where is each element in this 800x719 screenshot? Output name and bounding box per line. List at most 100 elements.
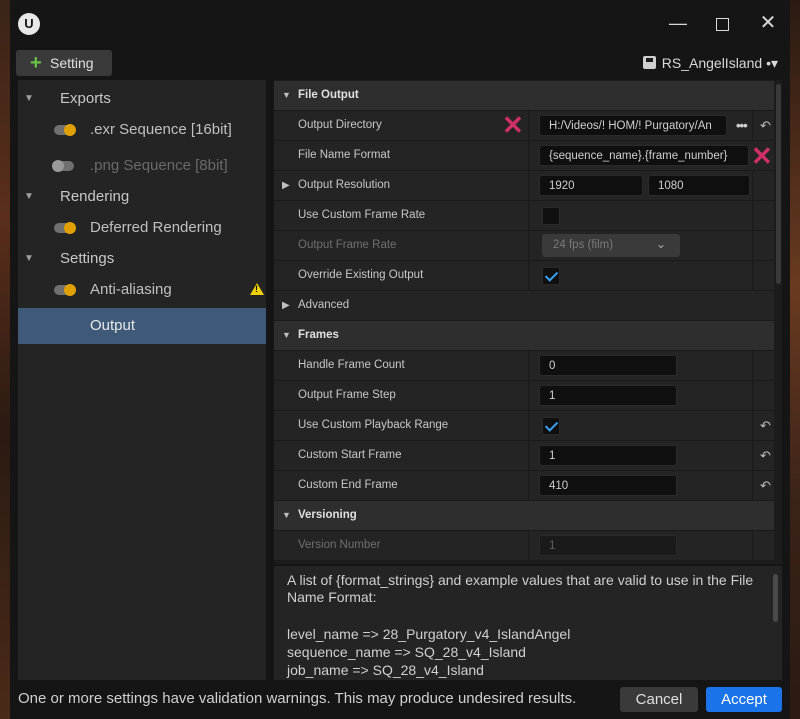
property-label: Output Frame Step	[298, 389, 396, 401]
browse-button[interactable]: •••	[736, 111, 748, 140]
custom-start-frame-field[interactable]: 1	[539, 445, 677, 466]
description-intro: A list of {format_strings} and example v…	[287, 572, 754, 605]
property-label: Handle Frame Count	[298, 359, 405, 371]
collapse-arrow-icon: ▼	[282, 90, 291, 100]
output-frame-step-field[interactable]: 1	[539, 385, 677, 406]
reset-to-default-icon[interactable]: ↶	[760, 441, 771, 470]
custom-end-frame-field[interactable]: 410	[539, 475, 677, 496]
add-setting-button[interactable]: + Setting	[16, 50, 112, 76]
property-label: Output Directory	[298, 119, 382, 131]
property-label: Version Number	[298, 539, 381, 551]
cancel-button[interactable]: Cancel	[620, 687, 698, 712]
collapse-arrow-icon: ▼	[24, 191, 34, 202]
property-description-panel: A list of {format_strings} and example v…	[274, 566, 782, 680]
version-number-field[interactable]: 1	[539, 535, 677, 556]
property-label: Use Custom Playback Range	[298, 419, 449, 431]
row-output-frame-rate: Output Frame Rate 24 fps (film) ⌄	[274, 231, 774, 261]
unreal-logo-icon: U	[18, 13, 40, 35]
section-title: Versioning	[298, 509, 357, 521]
row-handle-frame-count: Handle Frame Count 0	[274, 351, 774, 381]
description-scrollbar[interactable]	[773, 574, 778, 622]
reset-to-default-icon[interactable]: ↶	[760, 411, 771, 440]
setting-item-label: .png Sequence [8bit]	[90, 157, 228, 174]
property-label: Custom Start Frame	[298, 449, 402, 461]
save-icon	[642, 56, 656, 69]
dropdown-value: 24 fps (film)	[553, 239, 614, 251]
enable-toggle[interactable]	[54, 124, 76, 136]
section-versioning[interactable]: ▼ Versioning	[274, 501, 774, 531]
resolution-x-field[interactable]: 1920	[539, 175, 643, 196]
category-rendering[interactable]: ▼ Rendering	[18, 181, 266, 213]
setting-item-label: .exr Sequence [16bit]	[90, 121, 232, 138]
toolbar: + Setting RS_AngelIsland •▾	[10, 44, 790, 80]
reset-to-default-icon[interactable]: ↶	[760, 111, 771, 140]
expand-arrow-icon: ▶	[282, 300, 290, 311]
section-title: Frames	[298, 329, 339, 341]
enable-toggle[interactable]	[52, 160, 74, 172]
property-label: Advanced	[298, 299, 350, 311]
collapse-arrow-icon: ▼	[24, 253, 34, 264]
section-frames[interactable]: ▼ Frames	[274, 321, 774, 351]
handle-frame-count-field[interactable]: 0	[539, 355, 677, 376]
preset-name: RS_AngelIsland	[661, 55, 763, 71]
setting-item-exr-sequence[interactable]: .exr Sequence [16bit]	[18, 114, 266, 146]
minimize-button[interactable]: —	[664, 10, 692, 36]
setting-item-label: Anti-aliasing	[90, 281, 172, 298]
property-label: File Name Format	[298, 149, 391, 161]
output-frame-rate-dropdown[interactable]: 24 fps (film) ⌄	[542, 234, 680, 257]
use-custom-frame-rate-checkbox[interactable]	[542, 207, 560, 225]
enable-toggle[interactable]	[54, 222, 76, 234]
override-existing-output-checkbox[interactable]	[542, 267, 560, 285]
row-output-resolution: ▶ Output Resolution 1920 1080	[274, 171, 774, 201]
setting-item-label: Deferred Rendering	[90, 219, 222, 236]
row-use-custom-playback-range: Use Custom Playback Range ↶	[274, 411, 774, 441]
settings-tree: ▼ Exports .exr Sequence [16bit] .png Seq…	[18, 80, 266, 680]
property-label: Output Resolution	[298, 179, 391, 191]
preset-dropdown[interactable]: RS_AngelIsland •▾	[642, 52, 778, 74]
property-label: Custom End Frame	[298, 479, 398, 491]
validation-warning-message: One or more settings have validation war…	[18, 690, 577, 707]
movie-render-queue-settings-window: U — ✕ + Setting RS_AngelIsland •▾ ▼ Expo…	[10, 0, 790, 719]
reset-to-default-icon[interactable]: ↶	[760, 471, 771, 500]
category-label: Settings	[60, 250, 115, 267]
title-bar: U — ✕	[10, 0, 790, 44]
category-settings[interactable]: ▼ Settings	[18, 243, 266, 275]
category-exports[interactable]: ▼ Exports	[18, 83, 266, 115]
collapse-arrow-icon: ▼	[282, 510, 291, 520]
annotation-x-mark: ✕	[502, 110, 524, 140]
row-output-frame-step: Output Frame Step 1	[274, 381, 774, 411]
expand-arrow-icon[interactable]: ▶	[282, 171, 290, 200]
row-custom-start-frame: Custom Start Frame 1 ↶	[274, 441, 774, 471]
accept-button[interactable]: Accept	[706, 687, 782, 712]
maximize-button[interactable]	[708, 10, 736, 36]
use-custom-playback-range-checkbox[interactable]	[542, 417, 560, 435]
details-scrollbar[interactable]	[776, 80, 781, 564]
setting-item-png-sequence[interactable]: .png Sequence [8bit]	[18, 150, 266, 182]
section-title: File Output	[298, 89, 359, 101]
setting-item-deferred-rendering[interactable]: Deferred Rendering	[18, 212, 266, 244]
warning-icon: !	[250, 283, 264, 295]
resolution-y-field[interactable]: 1080	[648, 175, 750, 196]
footer: One or more settings have validation war…	[10, 684, 790, 719]
enable-toggle[interactable]	[54, 284, 76, 296]
row-use-custom-frame-rate: Use Custom Frame Rate	[274, 201, 774, 231]
property-label: Override Existing Output	[298, 269, 424, 281]
setting-item-output[interactable]: Output	[18, 308, 266, 344]
annotation-x-mark: ✕	[751, 141, 773, 171]
row-advanced[interactable]: ▶ Advanced	[274, 291, 774, 321]
collapse-arrow-icon: ▼	[24, 93, 34, 104]
close-button[interactable]: ✕	[754, 10, 782, 36]
file-name-format-field[interactable]: {sequence_name}.{frame_number}	[539, 145, 749, 166]
output-directory-field[interactable]: H:/Videos/! HOM/! Purgatory/An	[539, 115, 727, 136]
plus-icon: +	[30, 52, 42, 74]
description-line: sequence_name => SQ_28_v4_Island	[287, 644, 526, 660]
category-label: Rendering	[60, 188, 130, 205]
property-label: Use Custom Frame Rate	[298, 209, 426, 221]
row-override-existing-output: Override Existing Output	[274, 261, 774, 291]
section-file-output[interactable]: ▼ File Output	[274, 81, 774, 111]
row-output-directory: Output Directory ✕ H:/Videos/! HOM/! Pur…	[274, 111, 774, 141]
setting-item-label: Output	[90, 317, 136, 334]
setting-item-anti-aliasing[interactable]: Anti-aliasing !	[18, 274, 266, 306]
collapse-arrow-icon: ▼	[282, 330, 291, 340]
maximize-icon	[715, 17, 729, 31]
